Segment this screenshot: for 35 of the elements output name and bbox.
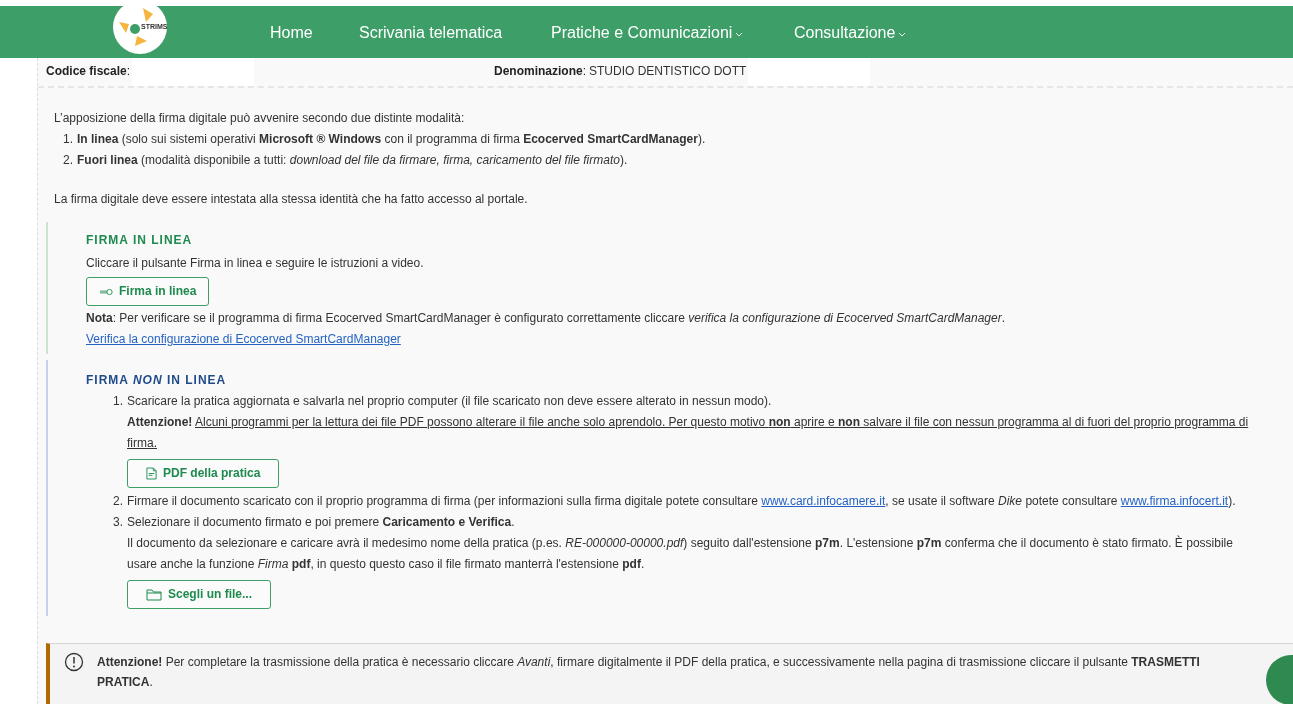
step-text: Firmare il documento scaricato con il proprio programma di firma (per informazioni sulla firma digitale potete consultare www.card.infocamere.it, se usate il software Dike potete consultare www.firma.infocert.it). (127, 493, 1237, 510)
list-item-text: In linea (solo sui sistemi operativi Microsoft ® Windows con il programma di firma Ecocerved SmartCardManager). (77, 131, 706, 148)
step-text: Selezionare il documento firmato e poi premere Caricamento e Verifica. (127, 514, 516, 531)
section-title: FIRMA NON IN LINEA (86, 372, 228, 389)
paragraph: La firma digitale deve essere intestata alla stessa identità che ha fatto accesso al portale. (54, 191, 529, 208)
nav-link[interactable]: Consultazione (794, 21, 907, 45)
field-label: Denominazione: (494, 63, 587, 80)
button[interactable]: Firma in linea (86, 277, 210, 306)
field-value: STUDIO DENTISTICO DOTT (589, 63, 747, 80)
key-icon (99, 287, 113, 296)
paragraph: Cliccare il pulsante Firma in linea e seguire le istruzioni a video. (86, 255, 425, 272)
field-label: Codice fiscale: (46, 63, 131, 80)
list-number: 3. (113, 514, 124, 531)
nav-link[interactable]: Pratiche e Comunicazioni (551, 21, 744, 45)
link[interactable]: Verifica la configurazione di Ecocerved SmartCardManager (86, 329, 401, 350)
nav-link[interactable]: Scrivania telematica (359, 21, 503, 45)
intro-text: L’apposizione della firma digitale può avvenire secondo due distinte modalità: (54, 110, 466, 127)
note-text: Nota: Per verificare se il programma di firma Ecocerved SmartCardManager è configurato correttamente cliccare verifica la configurazione di Ecocerved SmartCardManager. (86, 310, 1007, 327)
list-number: 2. (63, 152, 74, 169)
warning-text: Attenzione! Alcuni programmi per la lettura dei file PDF possono alterare il file anche solo aprendolo. Per questo motivo non aprire e non salvare il file con nessun programma al di fuori del proprio programma di firma. (127, 414, 1250, 452)
document-icon (146, 467, 157, 480)
button[interactable]: Scegli un file... (127, 580, 272, 609)
list-number: 2. (113, 493, 124, 510)
list-number: 1. (113, 393, 124, 410)
list-item-text: Fuori linea (modalità disponibile a tutti: download del file da firmare, firma, caricamento del file firmato). (77, 152, 628, 169)
list-number: 1. (63, 131, 74, 148)
paragraph: Il documento da selezionare e caricare avrà il medesimo nome della pratica (p.es. RE-000000-00000.pdf) seguito dall'estensione p7m. L'estensione p7m conferma che il documento è stato firmato. È possibile usare anche la funzione Firma pdf, in questo questo caso il file firmato manterrà l'estensione pdf. (127, 534, 1234, 573)
folder-icon (146, 588, 162, 601)
section-title: FIRMA IN LINEA (86, 232, 194, 249)
alert-text: Attenzione! Per completare la trasmissione della pratica è necessario cliccare Avanti, firmare digitalmente il PDF della pratica, e successivamente nella pagina di trasmissione cliccare il pulsante TRASMETTI PRATICA. (97, 654, 1201, 691)
button[interactable]: PDF della pratica (127, 459, 280, 488)
nav-link[interactable]: Home (270, 21, 313, 45)
exclamation-icon (64, 652, 84, 672)
step-text: Scaricare la pratica aggiornata e salvarla nel proprio computer (il file scaricato non deve essere alterato in nessun modo). (127, 393, 773, 410)
link[interactable]: www.firma.infocert.it (1120, 494, 1229, 508)
